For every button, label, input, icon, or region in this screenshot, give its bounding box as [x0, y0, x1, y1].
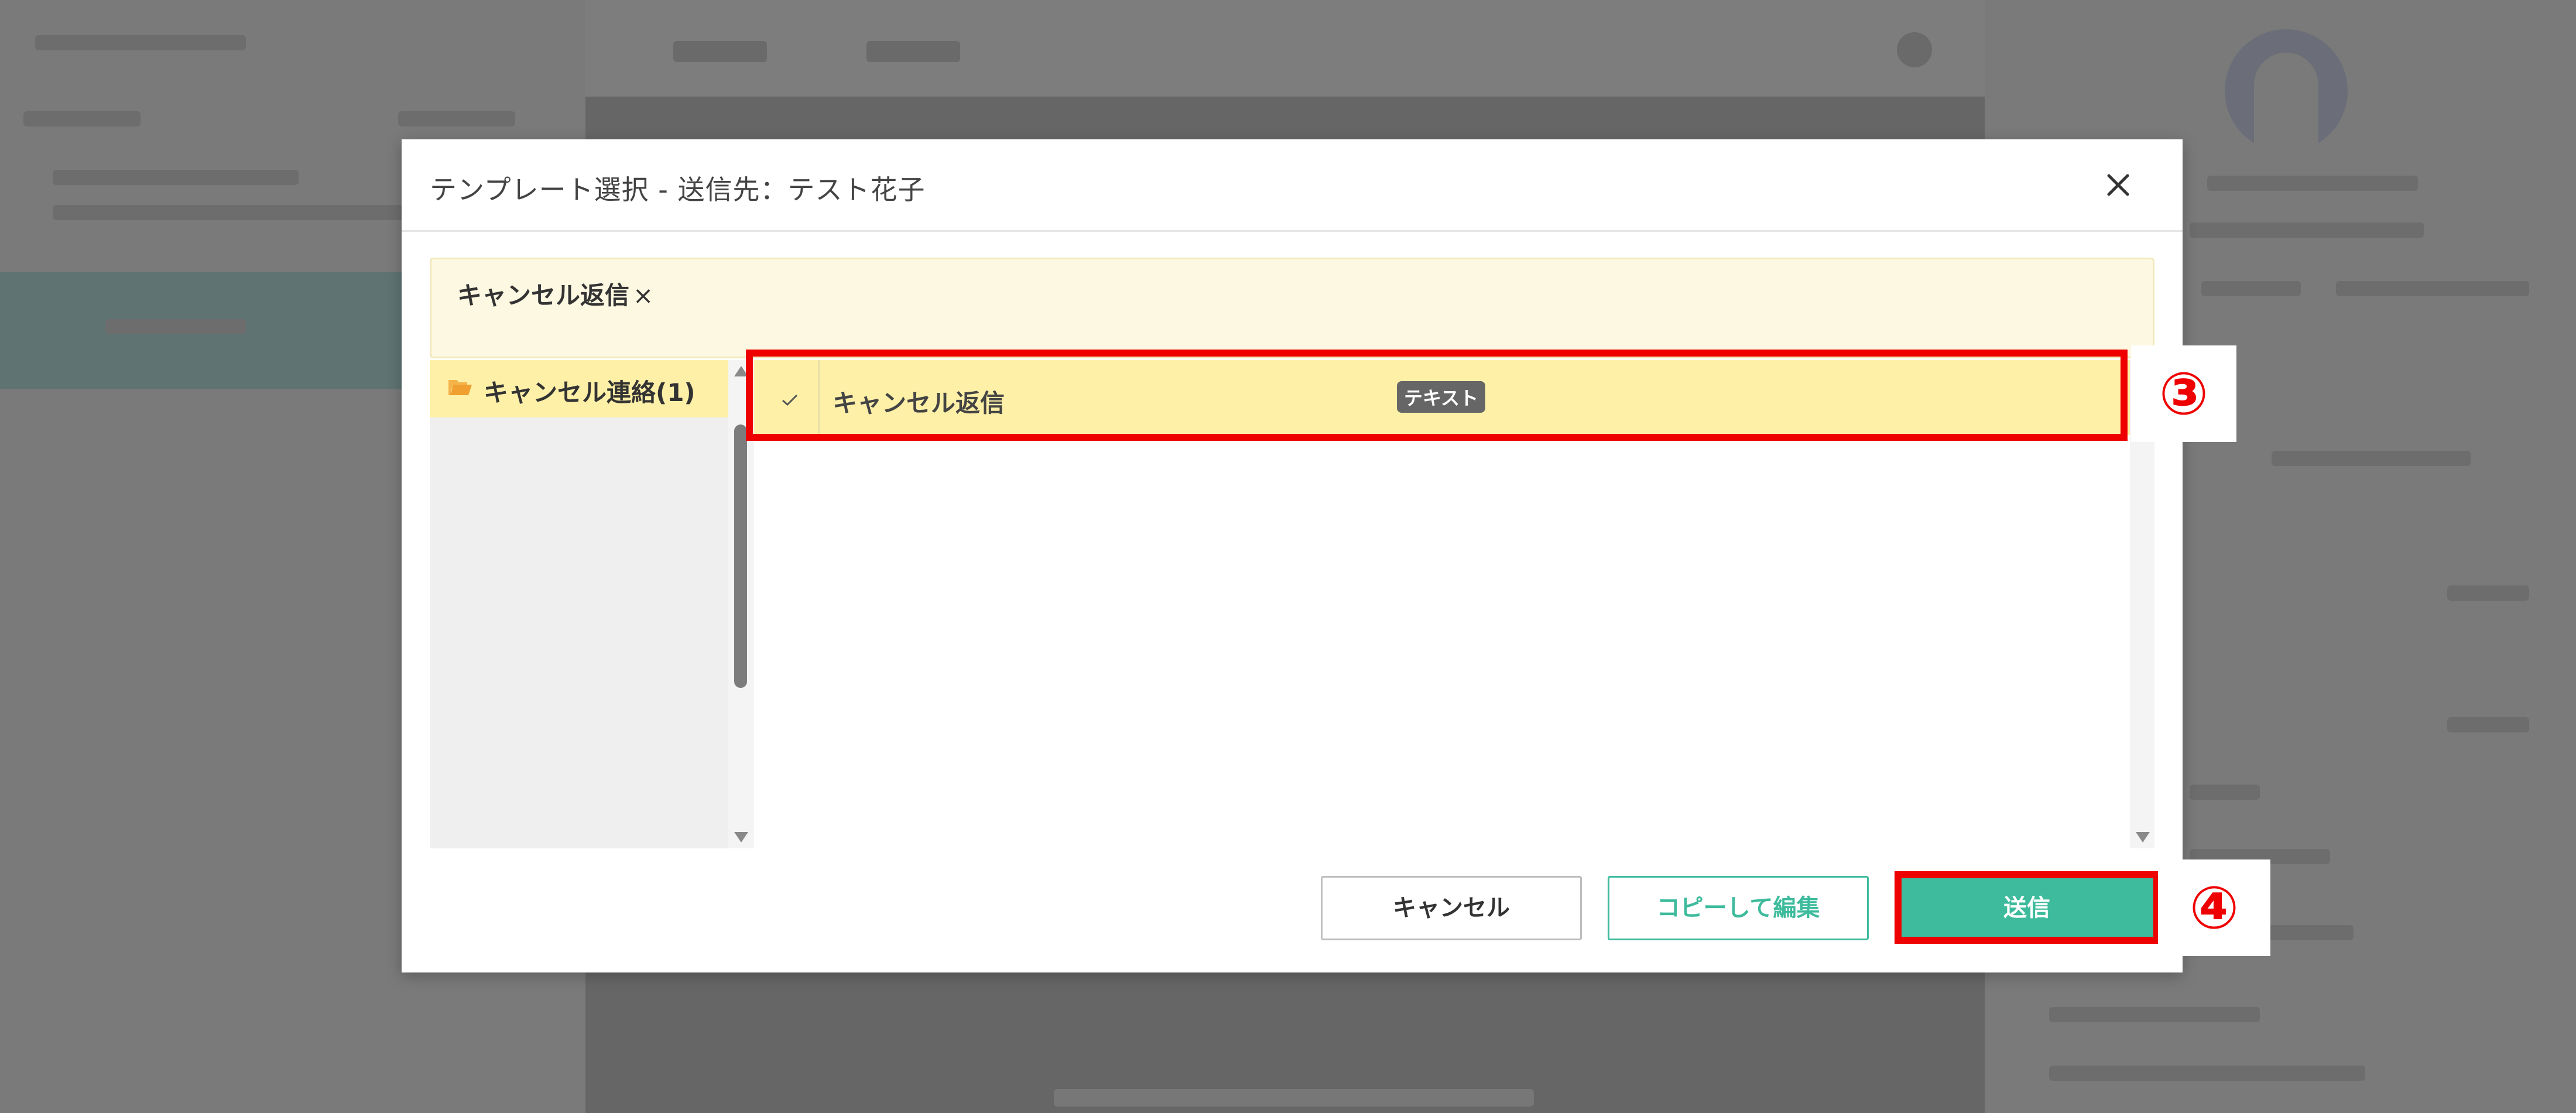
selected-tag-area[interactable]: キャンセル返信 × [430, 258, 2154, 358]
tag-remove-button[interactable]: × [633, 281, 653, 310]
folder-open-icon [448, 380, 472, 395]
background-tab [673, 41, 767, 62]
background-icon [1897, 32, 1932, 67]
folder-item-cancel-contact[interactable]: キャンセル連絡(1) [430, 360, 728, 417]
background-text-line [2049, 1066, 2365, 1081]
dialog-header: テンプレート選択 - 送信先：テスト花子 [402, 139, 2183, 232]
highlight-template-row [746, 350, 2128, 441]
scroll-down-arrow-icon[interactable] [734, 832, 748, 843]
background-text-line [53, 170, 299, 185]
background-avatar [2225, 29, 2348, 152]
background-text-line [2207, 176, 2418, 191]
background-text-line [2049, 1007, 2260, 1022]
folder-item-label: キャンセル連絡(1) [484, 378, 696, 407]
background-tab [866, 41, 960, 62]
background-text-line [2336, 281, 2529, 296]
background-tab-bar [585, 0, 1985, 97]
dialog-title: テンプレート選択 - 送信先：テスト花子 [430, 174, 926, 206]
close-icon[interactable] [2101, 167, 2136, 203]
step-4-label: ④ [2158, 859, 2270, 956]
scroll-down-arrow-icon[interactable] [2136, 832, 2150, 843]
background-text-line [2201, 281, 2301, 296]
highlight-send-button [1895, 871, 2160, 944]
tag-chip-label: キャンセル返信 [457, 281, 630, 310]
background-text-line [2190, 785, 2260, 800]
background-text-line [105, 319, 246, 334]
step-3-label: ③ [2131, 345, 2236, 442]
background-text-line [2272, 451, 2471, 466]
background-text-line [53, 205, 404, 220]
cancel-button[interactable]: キャンセル [1321, 876, 1582, 940]
background-text-line [2447, 585, 2529, 601]
background-text-line [2190, 222, 2424, 238]
background-text-line [2447, 717, 2529, 732]
background-text-line [23, 111, 141, 126]
tag-chip: キャンセル返信 × [457, 276, 653, 311]
background-input-bar [1054, 1089, 1534, 1107]
background-text-line [398, 111, 515, 126]
scroll-thumb[interactable] [734, 424, 747, 688]
background-text-line [35, 35, 246, 50]
copy-and-edit-button[interactable]: コピーして編集 [1608, 876, 1869, 940]
template-select-dialog: テンプレート選択 - 送信先：テスト花子 キャンセル返信 × キャンセル連絡(1) [402, 139, 2183, 972]
folder-list: キャンセル連絡(1) [430, 360, 728, 848]
